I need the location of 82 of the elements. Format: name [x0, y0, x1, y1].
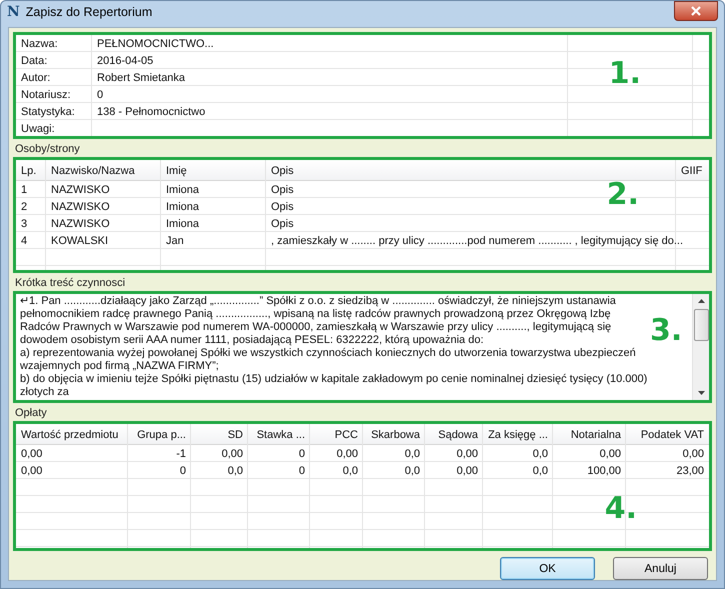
field-label: Statystyka: [21, 104, 75, 118]
table-cell: NAZWISKO [51, 182, 110, 196]
table-cell: Opis [271, 216, 294, 230]
table-cell: Imiona [166, 216, 200, 230]
field-value[interactable]: 0 [97, 88, 104, 102]
annotation-number: 1. [608, 56, 641, 91]
field-label: Uwagi: [21, 122, 55, 136]
table-cell: Jan [166, 234, 184, 248]
section-label: Krótka treść czynnosci [15, 277, 126, 290]
column-header[interactable]: Skarbowa [371, 428, 420, 442]
table-cell: 23,00 [676, 464, 704, 478]
table-cell: 0,00 [336, 446, 358, 460]
table-cell: 0,00 [682, 446, 704, 460]
column-header[interactable]: Imię [166, 164, 187, 178]
column-header[interactable]: PCC [334, 428, 358, 442]
table-cell: 0,00 [21, 446, 42, 460]
app-logo: N [7, 4, 20, 20]
memo-paragraph: a) reprezentowania wyżej powołanej Spółki we wszystkich czynnościach koniecznych do utworzenia towarzystwa ubezpieczeń wzajemnych pod firmą „NAZWA FIRMY”; [20, 347, 637, 373]
table-cell: 0,0 [404, 446, 420, 460]
field-value[interactable]: Robert Smietanka [97, 70, 186, 84]
column-header[interactable]: GIIF [681, 164, 702, 178]
table-cell: -1 [176, 446, 186, 460]
annotation-number: 3. [650, 313, 682, 348]
table-cell: 1 [21, 182, 28, 196]
table-cell: Opis [271, 200, 294, 214]
table-cell: 0 [180, 464, 186, 478]
table-cell: 0,0 [342, 464, 358, 478]
field-label: Autor: [21, 70, 50, 84]
table-cell: 0,0 [228, 464, 243, 478]
scroll-thumb[interactable] [694, 309, 708, 341]
field-label: Nazwa: [21, 36, 58, 50]
table-cell: 0,00 [456, 464, 478, 478]
column-header[interactable]: Stawka ... [256, 428, 305, 442]
dialog-button[interactable]: Anuluj [613, 557, 708, 580]
column-header[interactable]: Wartość przedmiotu [21, 428, 118, 442]
table-cell: Imiona [166, 200, 200, 214]
window-title: Zapisz do Repertorium [26, 5, 154, 19]
table-cell: 0,00 [456, 446, 478, 460]
table-cell: 0 [298, 464, 305, 478]
memo-paragraph: ↵1. Pan ............działaący jako Zarząd „...............” Spółki z o.o. z siedzibą w .............. oświadczył, że niniejszym ustanawia pełnomocnikiem radcę prawnego Panią ................., wpisaną na listę radców prawnych prowadzoną przez Okręgową Izbę Radców Prawnych w Warszawie pod numerem WA-000000, zamieszkałą w Warszawie przy ulicy .........., legitymującą się dowodem osobistym serii AAA numer 1111, posiadającą PESEL: 6322222, którą upoważnia do: [20, 295, 617, 347]
table-cell: 0,00 [222, 446, 243, 460]
table-cell: 0,00 [600, 446, 621, 460]
table-cell: 0,0 [532, 446, 548, 460]
scroll-down-icon[interactable] [698, 391, 704, 395]
column-header[interactable]: Opis [271, 164, 294, 178]
close-icon [691, 6, 701, 16]
table-cell: 0,0 [532, 464, 548, 478]
field-label: Data: [21, 54, 48, 68]
column-header[interactable]: Grupa p... [137, 428, 186, 442]
memo-paragraph: b) do objęcia w imieniu tejże Spółki piętnastu (15) udziałów w kapitale zakładowym po cenie nominalnej dziesięć tysięcy (10.000) złotych za [20, 373, 648, 399]
table-cell: 0 [298, 446, 305, 460]
table-cell: NAZWISKO [51, 200, 110, 214]
dialog-button[interactable]: OK [500, 557, 595, 580]
scrollbar[interactable] [692, 294, 709, 400]
column-header[interactable]: Za księgę ... [488, 428, 548, 442]
table-cell: NAZWISKO [51, 216, 110, 230]
table-cell: 2 [21, 200, 28, 214]
scroll-up-icon[interactable] [698, 299, 704, 303]
table-cell: 3 [21, 216, 28, 230]
field-value[interactable]: 2016-04-05 [97, 54, 154, 68]
table-cell: Imiona [166, 182, 200, 196]
table-cell: 100,00 [587, 464, 621, 478]
table-cell: 0,0 [404, 464, 420, 478]
column-header[interactable]: Podatek VAT [640, 428, 704, 442]
annotation-number: 2. [606, 177, 639, 212]
annotation-number: 4. [604, 491, 637, 526]
field-value[interactable]: PEŁNOMOCNICTWO... [97, 36, 214, 50]
section-label: Opłaty [15, 407, 47, 420]
section-label: Osoby/strony [15, 143, 80, 156]
column-header[interactable]: Notarialna [570, 428, 621, 442]
close-button[interactable] [674, 1, 718, 21]
table-cell: 4 [21, 234, 28, 248]
column-header[interactable]: SD [228, 428, 243, 442]
field-label: Notariusz: [21, 88, 71, 102]
column-header[interactable]: Lp. [21, 164, 36, 178]
column-header[interactable]: Nazwisko/Nazwa [51, 164, 135, 178]
table-cell: KOWALSKI [51, 234, 108, 248]
table-cell: , zamieszkały w ........ przy ulicy .............pod numerem ........... , legitymujący się do... [271, 234, 684, 248]
column-header[interactable]: Sądowa [438, 428, 478, 442]
table-cell: Opis [271, 182, 294, 196]
table-cell: 0,00 [21, 464, 42, 478]
field-value[interactable]: 138 - Pełnomocnictwo [97, 104, 206, 118]
